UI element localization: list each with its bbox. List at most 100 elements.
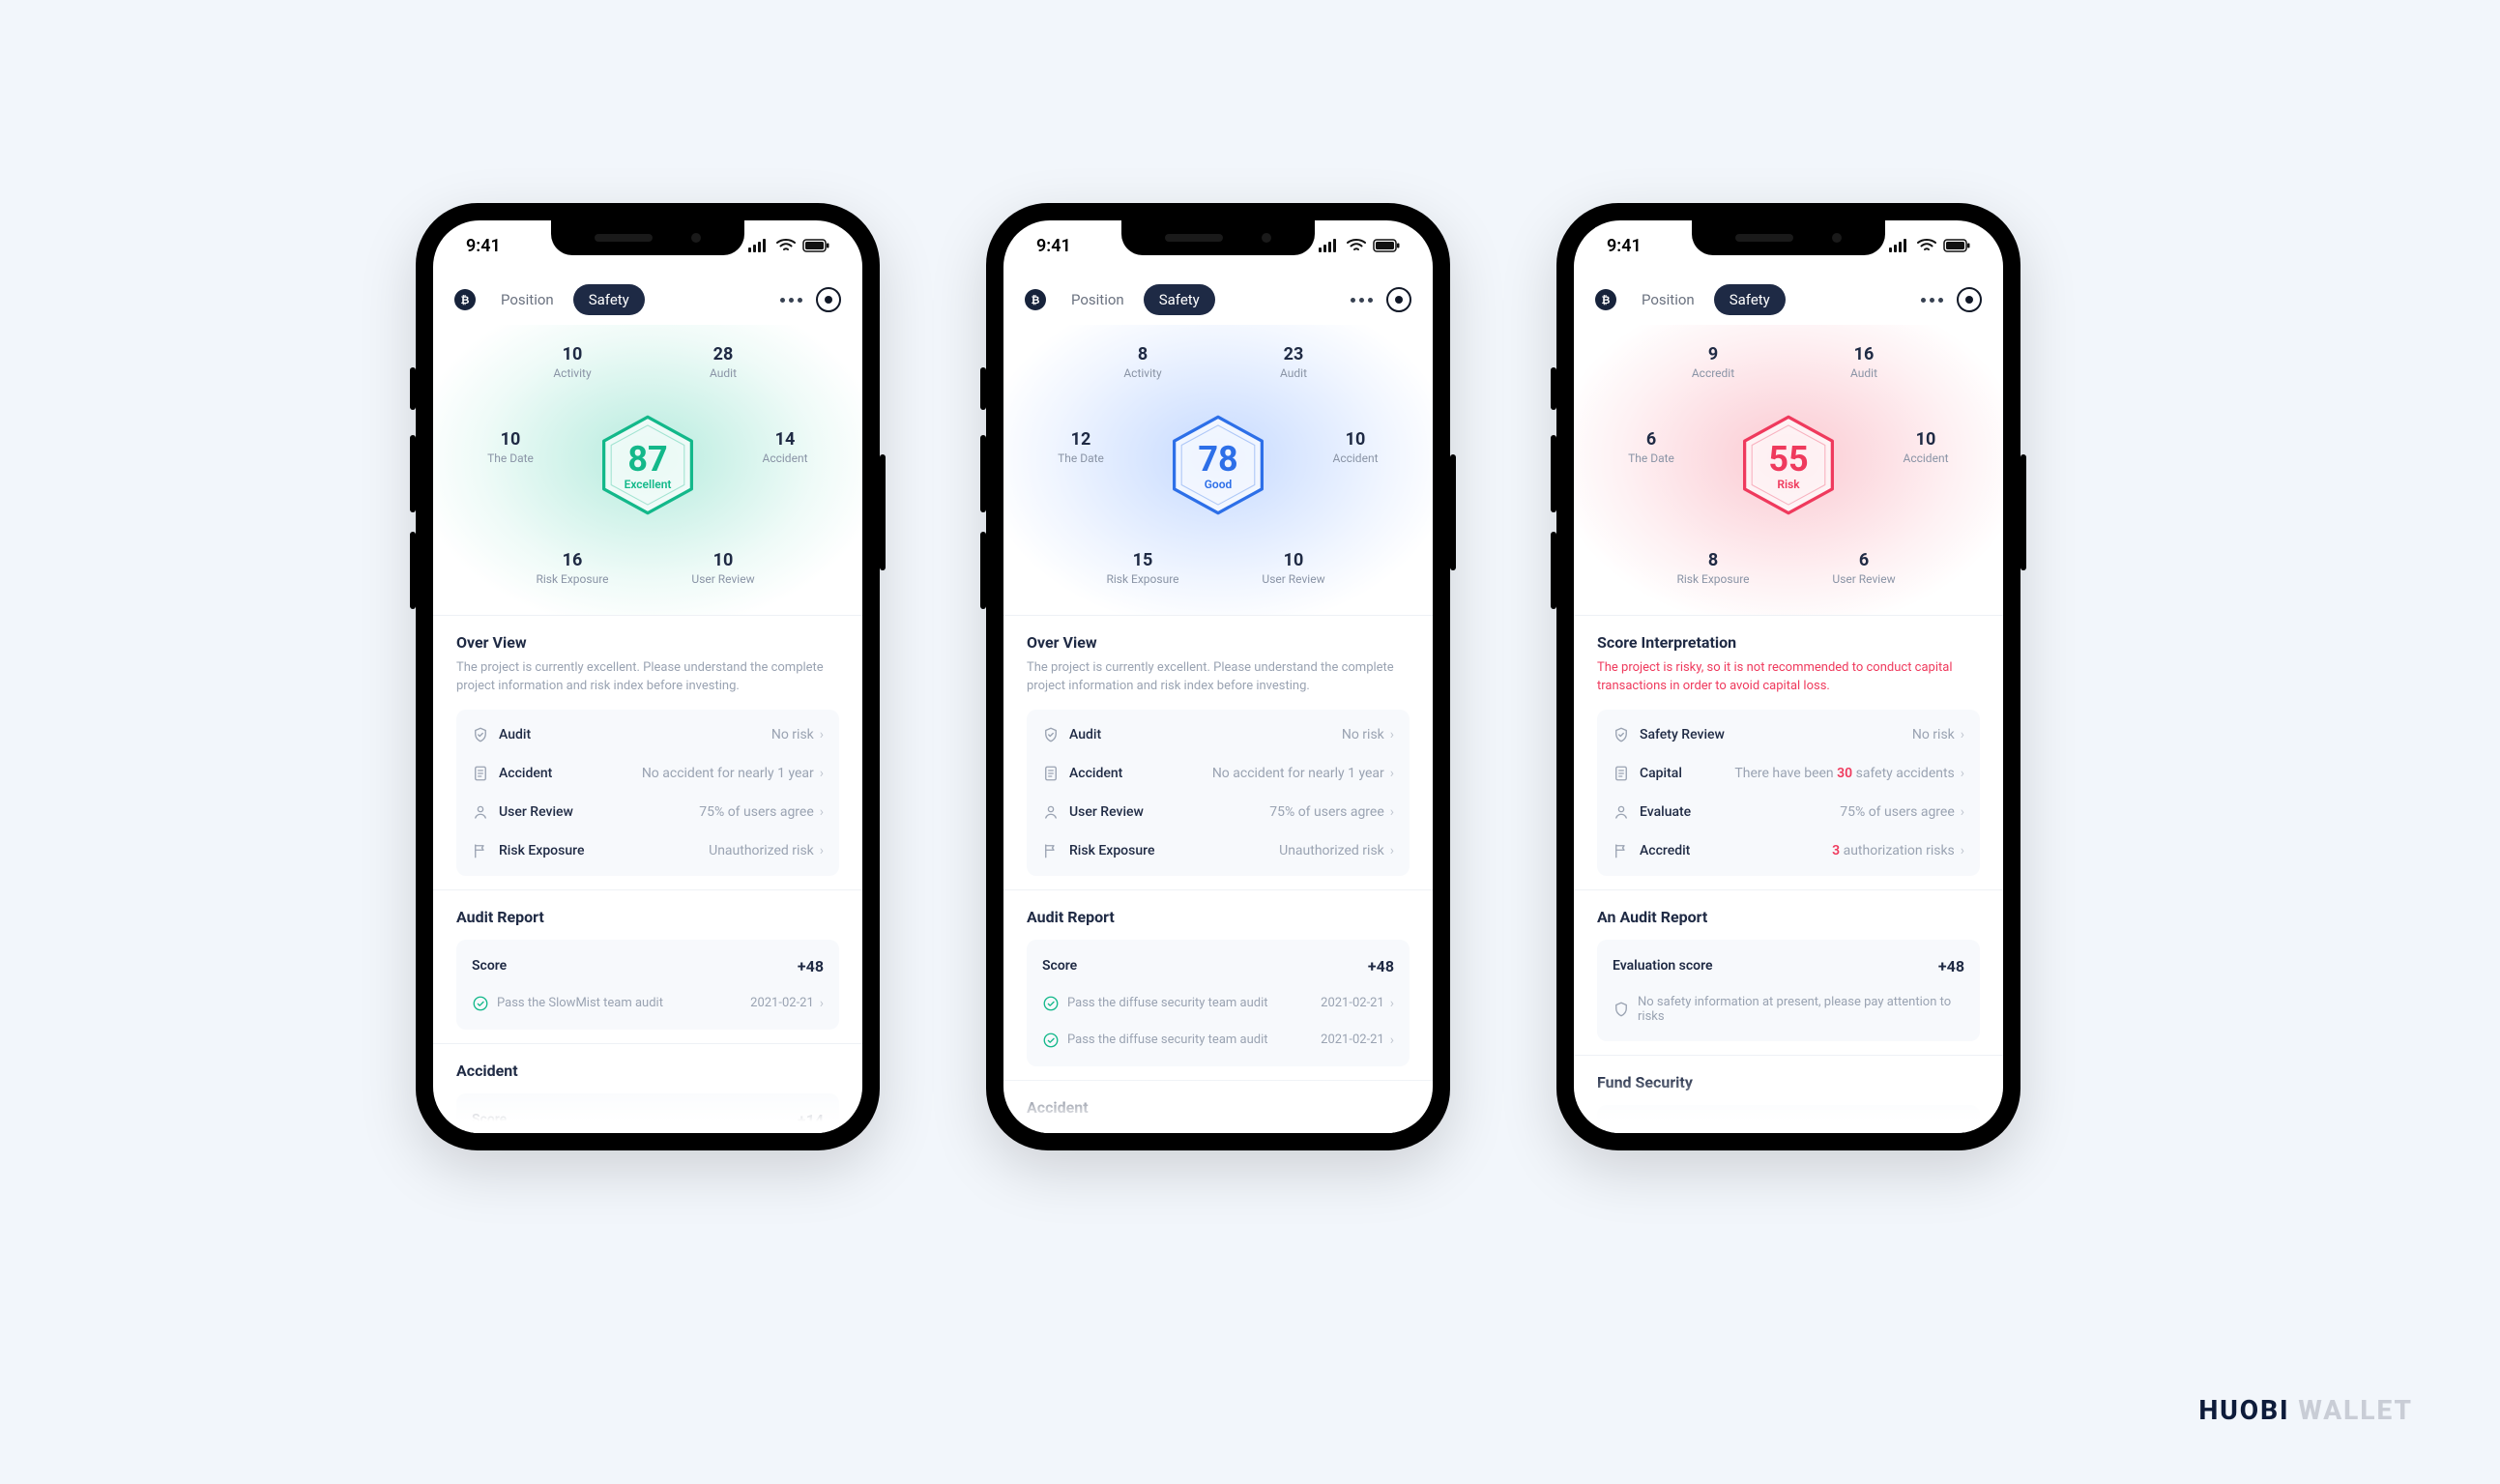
phone-mockup: 9:41 ₿ Position Safety: [1556, 203, 2020, 1150]
overview-row[interactable]: Capital There have been 30 safety accide…: [1597, 754, 1980, 793]
app-header: ₿ Position Safety: [1003, 278, 1433, 325]
app-header: ₿ Position Safety: [1574, 278, 2003, 325]
audit-card: Score +48 Pass the diffuse security team…: [1027, 940, 1410, 1066]
stat-bl: 15 Risk Exposure: [1085, 550, 1201, 586]
chevron-right-icon: ›: [1390, 996, 1394, 1011]
document-icon: [1613, 765, 1630, 782]
cellular-icon: [1889, 239, 1910, 252]
stat-ml: 6 The Date: [1593, 429, 1709, 465]
overview-row[interactable]: Evaluate 75% of users agree›: [1597, 793, 1980, 831]
overview-section: Over View The project is currently excel…: [433, 615, 862, 889]
accident-score-row: Score +14: [456, 1099, 839, 1133]
audit-line[interactable]: Pass the diffuse security team audit 202…: [1027, 1024, 1410, 1061]
overview-row[interactable]: Accident No accident for nearly 1 year›: [456, 754, 839, 793]
overview-title: Over View: [1027, 633, 1410, 652]
phone-notch: [1121, 220, 1315, 255]
chevron-right-icon: ›: [1961, 727, 1964, 742]
stat-ml: 12 The Date: [1023, 429, 1139, 465]
tab-position[interactable]: Position: [1056, 284, 1140, 315]
overview-row[interactable]: Audit No risk›: [1027, 715, 1410, 754]
score-hero: 8 Activity 23 Audit 12 The Date 10 Accid…: [1003, 325, 1433, 615]
chevron-right-icon: ›: [1390, 843, 1394, 858]
overview-section: Score Interpretation The project is risk…: [1574, 615, 2003, 889]
status-time: 9:41: [1036, 236, 1071, 256]
overview-row[interactable]: Accredit 3 authorization risks›: [1597, 831, 1980, 870]
audit-title: Audit Report: [1027, 908, 1410, 926]
more-icon[interactable]: [780, 298, 802, 303]
overview-card: Safety Review No risk› Capital There hav…: [1597, 710, 1980, 876]
wifi-icon: [1347, 239, 1366, 252]
flag-icon: [1613, 842, 1630, 859]
score-hero: 10 Activity 28 Audit 10 The Date 14 Acci…: [433, 325, 862, 615]
accident-score-row: Evaluation score +14: [1597, 1111, 1980, 1133]
tab-safety[interactable]: Safety: [573, 284, 645, 315]
stat-br: 6 User Review: [1806, 550, 1922, 586]
tab-safety[interactable]: Safety: [1714, 284, 1786, 315]
check-icon: [472, 995, 489, 1012]
document-icon: [1042, 765, 1060, 782]
status-time: 9:41: [1607, 236, 1642, 256]
overview-row[interactable]: User Review 75% of users agree›: [456, 793, 839, 831]
stat-br: 10 User Review: [1235, 550, 1352, 586]
chevron-right-icon: ›: [1961, 804, 1964, 820]
user-icon: [1613, 803, 1630, 821]
target-icon[interactable]: [1386, 287, 1411, 312]
tab-safety[interactable]: Safety: [1144, 284, 1215, 315]
accident-card: Score +14 No historical accident in the …: [1027, 1130, 1410, 1133]
stat-br: 10 User Review: [665, 550, 781, 586]
stat-tl: 9 Accredit: [1655, 344, 1771, 380]
tab-position[interactable]: Position: [485, 284, 569, 315]
chevron-right-icon: ›: [820, 727, 824, 742]
audit-title: An Audit Report: [1597, 908, 1980, 926]
shield-icon: [1613, 726, 1630, 743]
more-icon[interactable]: [1351, 298, 1373, 303]
more-icon[interactable]: [1921, 298, 1943, 303]
user-icon: [472, 803, 489, 821]
stat-tl: 8 Activity: [1085, 344, 1201, 380]
chevron-right-icon: ›: [1390, 766, 1394, 781]
audit-card: Evaluation score +48 No safety informati…: [1597, 940, 1980, 1041]
wifi-icon: [1917, 239, 1936, 252]
stat-tr: 16 Audit: [1806, 344, 1922, 380]
overview-title: Score Interpretation: [1597, 633, 1980, 652]
tab-position[interactable]: Position: [1626, 284, 1710, 315]
overview-section: Over View The project is currently excel…: [1003, 615, 1433, 889]
overview-subtitle: The project is risky, so it is not recom…: [1597, 659, 1980, 696]
overview-row[interactable]: Audit No risk›: [456, 715, 839, 754]
battery-icon: [802, 239, 829, 252]
audit-line[interactable]: Pass the SlowMist team audit 2021-02-21 …: [456, 987, 839, 1024]
overview-row[interactable]: Accident No accident for nearly 1 year›: [1027, 754, 1410, 793]
overview-row[interactable]: Risk Exposure Unauthorized risk›: [456, 831, 839, 870]
flag-icon: [472, 842, 489, 859]
brand-logo: HUOBI WALLET: [2199, 1394, 2413, 1426]
overview-card: Audit No risk› Accident No accident for …: [1027, 710, 1410, 876]
score-hexagon: 55 Risk: [1736, 413, 1841, 517]
flag-icon: [1042, 842, 1060, 859]
user-icon: [1042, 803, 1060, 821]
token-icon[interactable]: ₿: [1595, 289, 1616, 310]
stat-mr: 10 Accident: [1297, 429, 1413, 465]
cellular-icon: [1319, 239, 1340, 252]
overview-row[interactable]: Safety Review No risk›: [1597, 715, 1980, 754]
target-icon[interactable]: [816, 287, 841, 312]
audit-score-row: Score +48: [456, 946, 839, 987]
accident-title: Accident: [456, 1062, 839, 1080]
phone-mockup: 9:41 ₿ Position Safety: [986, 203, 1450, 1150]
battery-icon: [1943, 239, 1970, 252]
document-icon: [472, 765, 489, 782]
chevron-right-icon: ›: [1390, 727, 1394, 742]
stat-mr: 14 Accident: [727, 429, 843, 465]
token-icon[interactable]: ₿: [454, 289, 476, 310]
audit-score-row: Evaluation score +48: [1597, 946, 1980, 987]
wifi-icon: [776, 239, 796, 252]
token-icon[interactable]: ₿: [1025, 289, 1046, 310]
audit-line[interactable]: Pass the diffuse security team audit 202…: [1027, 987, 1410, 1024]
overview-row[interactable]: Risk Exposure Unauthorized risk›: [1027, 831, 1410, 870]
overview-row[interactable]: User Review 75% of users agree›: [1027, 793, 1410, 831]
phone-notch: [1692, 220, 1885, 255]
accident-section: Accident Score +14 No historical acciden…: [433, 1043, 862, 1133]
shield-icon: [1042, 726, 1060, 743]
status-time: 9:41: [466, 236, 501, 256]
target-icon[interactable]: [1957, 287, 1982, 312]
check-icon: [1042, 1032, 1060, 1049]
